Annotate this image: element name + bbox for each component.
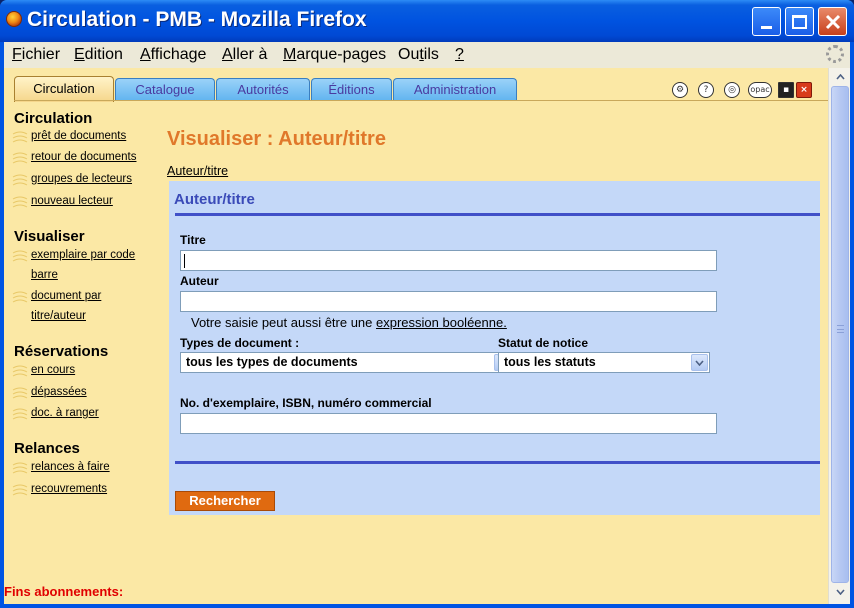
page-content: Circulation Catalogue Autorités Éditions… <box>4 68 850 604</box>
tab-catalogue[interactable]: Catalogue <box>115 78 215 100</box>
sidebar-link-groupes[interactable]: groupes de lecteurs <box>31 173 132 185</box>
titre-label: Titre <box>180 233 206 247</box>
types-document-label: Types de document : <box>180 336 300 350</box>
close-window-button[interactable] <box>818 7 847 36</box>
bullet-icon <box>12 173 28 187</box>
form-title: Auteur/titre <box>174 191 255 208</box>
opac-icon[interactable]: opac <box>748 82 772 98</box>
sidebar-link-document-line2[interactable]: titre/auteur <box>31 310 86 322</box>
sidebar-link-retour[interactable]: retour de documents <box>31 151 136 163</box>
save-icon[interactable]: ▪ <box>778 82 794 98</box>
sidebar-link-depassees[interactable]: dépassées <box>31 386 87 398</box>
sidebar: Circulation prêt de documents retour de … <box>4 104 164 604</box>
bullet-icon <box>12 461 28 475</box>
sidebar-link-relances-a-faire[interactable]: relances à faire <box>31 461 110 473</box>
tab-editions[interactable]: Éditions <box>311 78 392 100</box>
form-divider-bottom <box>175 461 820 464</box>
firefox-icon <box>6 11 22 27</box>
module-tabs: Circulation Catalogue Autorités Éditions… <box>4 68 850 102</box>
scroll-down-icon[interactable] <box>831 583 849 601</box>
bullet-icon <box>12 151 28 165</box>
sidebar-link-recouvrements[interactable]: recouvrements <box>31 483 107 495</box>
minimize-button[interactable] <box>752 7 781 36</box>
form-divider-top <box>175 213 820 216</box>
boolean-hint: Votre saisie peut aussi être une express… <box>191 315 507 330</box>
scroll-thumb[interactable] <box>831 86 849 583</box>
browser-window: Circulation - PMB - Mozilla Firefox Fich… <box>0 0 854 608</box>
bullet-icon <box>12 407 28 421</box>
menu-outils[interactable]: Outils <box>398 46 439 64</box>
grip-icon <box>837 325 844 333</box>
vertical-scrollbar[interactable] <box>828 68 850 604</box>
titre-input[interactable] <box>180 250 717 271</box>
menu-help[interactable]: ? <box>455 46 464 64</box>
gear-icon[interactable]: ⚙ <box>672 82 688 98</box>
window-title: Circulation - PMB - Mozilla Firefox <box>27 8 367 31</box>
tab-administration[interactable]: Administration <box>393 78 517 100</box>
throbber-icon <box>826 45 844 63</box>
auteur-label: Auteur <box>180 274 219 288</box>
menu-marque-pages[interactable]: Marque-pages <box>283 46 386 64</box>
menu-bar: Fichier Edition Affichage Aller à Marque… <box>4 42 850 68</box>
bullet-icon <box>12 130 28 144</box>
sidebar-heading-visualiser: Visualiser <box>14 228 85 245</box>
auteur-input[interactable] <box>180 291 717 312</box>
help-icon[interactable]: ? <box>698 82 714 98</box>
numero-input[interactable] <box>180 413 717 434</box>
close-icon <box>825 14 840 29</box>
scroll-up-icon[interactable] <box>831 68 849 86</box>
maximize-button[interactable] <box>785 7 814 36</box>
menu-edition[interactable]: Edition <box>74 46 123 64</box>
bullet-icon <box>12 483 28 497</box>
sidebar-link-exemplaire-line2[interactable]: barre <box>31 269 58 281</box>
sidebar-heading-circulation: Circulation <box>14 110 93 127</box>
minimize-icon <box>761 26 772 29</box>
tab-autorites[interactable]: Autorités <box>216 78 310 100</box>
sidebar-link-pret[interactable]: prêt de documents <box>31 130 126 142</box>
menu-aller[interactable]: Aller à <box>222 46 267 64</box>
main-panel: Visualiser : Auteur/titre Auteur/titre A… <box>167 104 830 584</box>
sidebar-link-doc-a-ranger[interactable]: doc. à ranger <box>31 407 99 419</box>
bullet-icon <box>12 290 28 304</box>
maximize-icon <box>792 14 807 29</box>
sidebar-link-en-cours[interactable]: en cours <box>31 364 75 376</box>
boolean-expression-link[interactable]: expression booléenne. <box>376 315 507 330</box>
bullet-icon <box>12 195 28 209</box>
numero-label: No. d'exemplaire, ISBN, numéro commercia… <box>180 396 432 410</box>
menu-fichier[interactable]: Fichier <box>12 46 60 64</box>
statut-notice-label: Statut de notice <box>498 336 589 350</box>
sidebar-link-document-line1[interactable]: document par <box>31 290 101 302</box>
chevron-down-icon <box>691 354 708 371</box>
tab-underline <box>14 100 834 101</box>
types-document-select[interactable]: tous les types de documents <box>180 352 500 373</box>
rechercher-button[interactable]: Rechercher <box>175 491 275 511</box>
page-title: Visualiser : Auteur/titre <box>167 128 386 150</box>
bullet-icon <box>12 364 28 378</box>
tab-circulation[interactable]: Circulation <box>14 76 114 102</box>
statut-notice-select[interactable]: tous les statuts <box>498 352 710 373</box>
bullet-icon <box>12 249 28 263</box>
breadcrumb[interactable]: Auteur/titre <box>167 164 228 178</box>
text-caret <box>184 254 185 268</box>
close-icon[interactable]: × <box>796 82 812 98</box>
bullet-icon <box>12 386 28 400</box>
title-bar[interactable]: Circulation - PMB - Mozilla Firefox <box>0 0 854 42</box>
search-form: Auteur/titre Titre Auteur Votre saisie p… <box>169 181 820 515</box>
sidebar-heading-relances: Relances <box>14 440 80 457</box>
sidebar-link-exemplaire-line1[interactable]: exemplaire par code <box>31 249 135 261</box>
target-icon[interactable]: ◎ <box>724 82 740 98</box>
sidebar-heading-reservations: Réservations <box>14 343 109 360</box>
sidebar-link-nouveau-lecteur[interactable]: nouveau lecteur <box>31 195 113 207</box>
menu-affichage[interactable]: Affichage <box>140 46 206 64</box>
fins-abonnements-label: Fins abonnements: <box>4 584 124 599</box>
